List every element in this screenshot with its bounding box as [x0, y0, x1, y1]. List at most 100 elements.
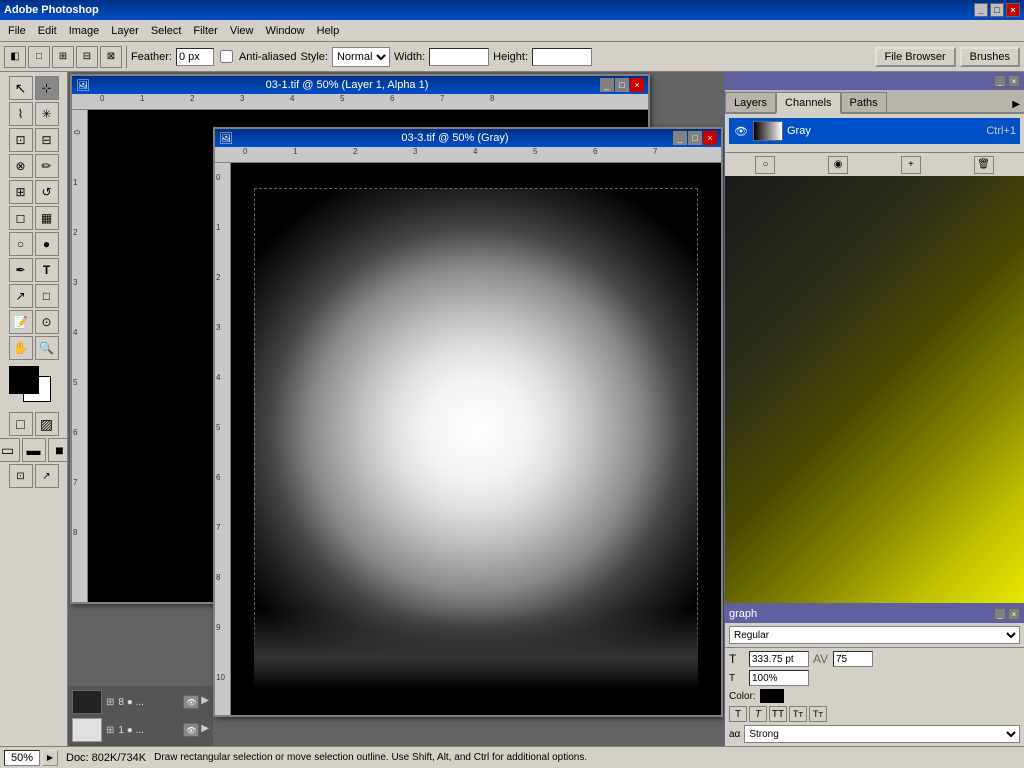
channel-new-icon[interactable]: + [901, 156, 921, 174]
char-panel-titlebar: graph _ × [725, 605, 1024, 623]
menu-window[interactable]: Window [260, 23, 311, 39]
channel-delete-icon[interactable]: 🗑 [974, 156, 994, 174]
full-screen-menu[interactable]: ▬ [22, 438, 46, 462]
thumbnail-2-more[interactable]: ▶ [201, 723, 209, 737]
standard-mode[interactable]: □ [9, 412, 33, 436]
feather-input[interactable] [176, 48, 214, 66]
quick-mask-mode[interactable]: ▨ [35, 412, 59, 436]
anti-alias-checkbox[interactable] [220, 50, 233, 63]
layers-tab[interactable]: Layers [725, 92, 776, 112]
new-selection-btn[interactable]: □ [28, 46, 50, 68]
eyedropper-tool[interactable]: ⊙ [35, 310, 59, 334]
char-color-swatch[interactable] [760, 689, 784, 703]
magic-wand-tool[interactable]: ✳ [35, 102, 59, 126]
add-selection-btn[interactable]: ⊞ [52, 46, 74, 68]
hand-tool[interactable]: ✋ [9, 336, 33, 360]
history-brush-tool[interactable]: ↺ [35, 180, 59, 204]
channel-circle-icon[interactable]: ○ [755, 156, 775, 174]
dodge-tool[interactable]: ○ [9, 232, 33, 256]
menu-select[interactable]: Select [145, 23, 188, 39]
char-panel-minimize[interactable]: _ [994, 608, 1006, 620]
thumbnail-item-1[interactable]: ⊞ 8 ● ... 👁 ▶ [70, 688, 211, 716]
menu-help[interactable]: Help [311, 23, 346, 39]
burn-tool[interactable]: ● [35, 232, 59, 256]
antialias-select[interactable]: Strong [744, 725, 1020, 743]
doc2-minimize[interactable]: _ [673, 131, 687, 145]
thumbnail-2-eye[interactable]: 👁 [183, 723, 199, 737]
menu-filter[interactable]: Filter [187, 23, 223, 39]
maximize-button[interactable]: □ [990, 3, 1004, 17]
thumbnail-1-eye[interactable]: 👁 [183, 695, 199, 709]
full-screen[interactable]: ■ [48, 438, 69, 462]
tool-options-btn[interactable]: ◧ [4, 46, 26, 68]
gradient-tool[interactable]: ▦ [35, 206, 59, 230]
menu-file[interactable]: File [2, 23, 32, 39]
height-input[interactable] [532, 48, 592, 66]
menu-image[interactable]: Image [63, 23, 106, 39]
subscript-btn[interactable]: TT [809, 706, 827, 722]
jump-to-imageready[interactable]: ↗ [35, 464, 59, 488]
doc1-maximize[interactable]: □ [615, 78, 629, 92]
notes-tool[interactable]: 📝 [9, 310, 33, 334]
superscript-btn[interactable]: TT [789, 706, 807, 722]
channel-row-gray[interactable]: 👁 Gray Ctrl+1 [729, 118, 1020, 144]
doc2-close[interactable]: × [703, 131, 717, 145]
foreground-color[interactable] [9, 366, 39, 394]
channels-tab[interactable]: Channels [776, 92, 840, 114]
path-selection-tool[interactable]: ↗ [9, 284, 33, 308]
thumbnail-2-btn[interactable]: ⊞ [106, 725, 114, 736]
style-select[interactable]: Normal [332, 47, 390, 67]
italic-btn[interactable]: T [749, 706, 767, 722]
char-panel-close[interactable]: × [1008, 608, 1020, 620]
type-tool[interactable]: T [35, 258, 59, 282]
foreground-background-colors[interactable] [9, 366, 59, 406]
menu-edit[interactable]: Edit [32, 23, 63, 39]
file-browser-button[interactable]: File Browser [875, 47, 956, 67]
panel-close[interactable]: × [1008, 75, 1020, 87]
menu-view[interactable]: View [224, 23, 260, 39]
doc2-title: 03-3.tif @ 50% (Gray) [401, 132, 508, 144]
close-button[interactable]: × [1006, 3, 1020, 17]
brush-tool[interactable]: ✏ [35, 154, 59, 178]
scale-input[interactable] [749, 670, 809, 686]
thumbnail-1-btn[interactable]: ⊞ [106, 697, 114, 708]
selection-tool[interactable]: ⊹ [35, 76, 59, 100]
doc1-close[interactable]: × [630, 78, 644, 92]
intersect-selection-btn[interactable]: ⊠ [100, 46, 122, 68]
shape-tool[interactable]: □ [35, 284, 59, 308]
char-mode-select[interactable]: Regular [729, 626, 1020, 644]
bold-btn[interactable]: T [729, 706, 747, 722]
zoom-display[interactable]: 50% [4, 750, 40, 766]
minimize-button[interactable]: _ [974, 3, 988, 17]
thumbnail-item-2[interactable]: ⊞ 1 ● ... 👁 ▶ [70, 716, 211, 744]
doc1-title-bar[interactable]: 🖼 03-1.tif @ 50% (Layer 1, Alpha 1) _ □ … [72, 76, 648, 94]
subtract-selection-btn[interactable]: ⊟ [76, 46, 98, 68]
doc2-title-bar[interactable]: 🖼 03-3.tif @ 50% (Gray) _ □ × [215, 129, 721, 147]
standard-screen[interactable]: ▭ [0, 438, 20, 462]
menu-layer[interactable]: Layer [105, 23, 145, 39]
crop-tool[interactable]: ⊡ [9, 128, 33, 152]
move-tool[interactable]: ↖ [9, 76, 33, 100]
thumbnail-1-more[interactable]: ▶ [201, 695, 209, 709]
zoom-tool[interactable]: 🔍 [35, 336, 59, 360]
healing-brush-tool[interactable]: ⊗ [9, 154, 33, 178]
doc1-minimize[interactable]: _ [600, 78, 614, 92]
brushes-button[interactable]: Brushes [960, 47, 1020, 67]
all-caps-btn[interactable]: TT [769, 706, 787, 722]
slice-tool[interactable]: ⊟ [35, 128, 59, 152]
imagemap-tool[interactable]: ⊡ [9, 464, 33, 488]
stamp-tool[interactable]: ⊞ [9, 180, 33, 204]
font-size-input[interactable] [749, 651, 809, 667]
lasso-tool[interactable]: ⌇ [9, 102, 33, 126]
paths-tab[interactable]: Paths [841, 92, 887, 112]
panel-minimize[interactable]: _ [994, 75, 1006, 87]
channel-eye-icon[interactable]: 👁 [733, 123, 749, 139]
pen-tool[interactable]: ✒ [9, 258, 33, 282]
doc2-maximize[interactable]: □ [688, 131, 702, 145]
width-input[interactable] [429, 48, 489, 66]
panel-tabs-arrow[interactable]: ▶ [1008, 97, 1024, 112]
eraser-tool[interactable]: ◻ [9, 206, 33, 230]
leading-input[interactable] [833, 651, 873, 667]
status-arrow[interactable]: ▶ [42, 750, 58, 766]
channel-mask-icon[interactable]: ◉ [828, 156, 848, 174]
